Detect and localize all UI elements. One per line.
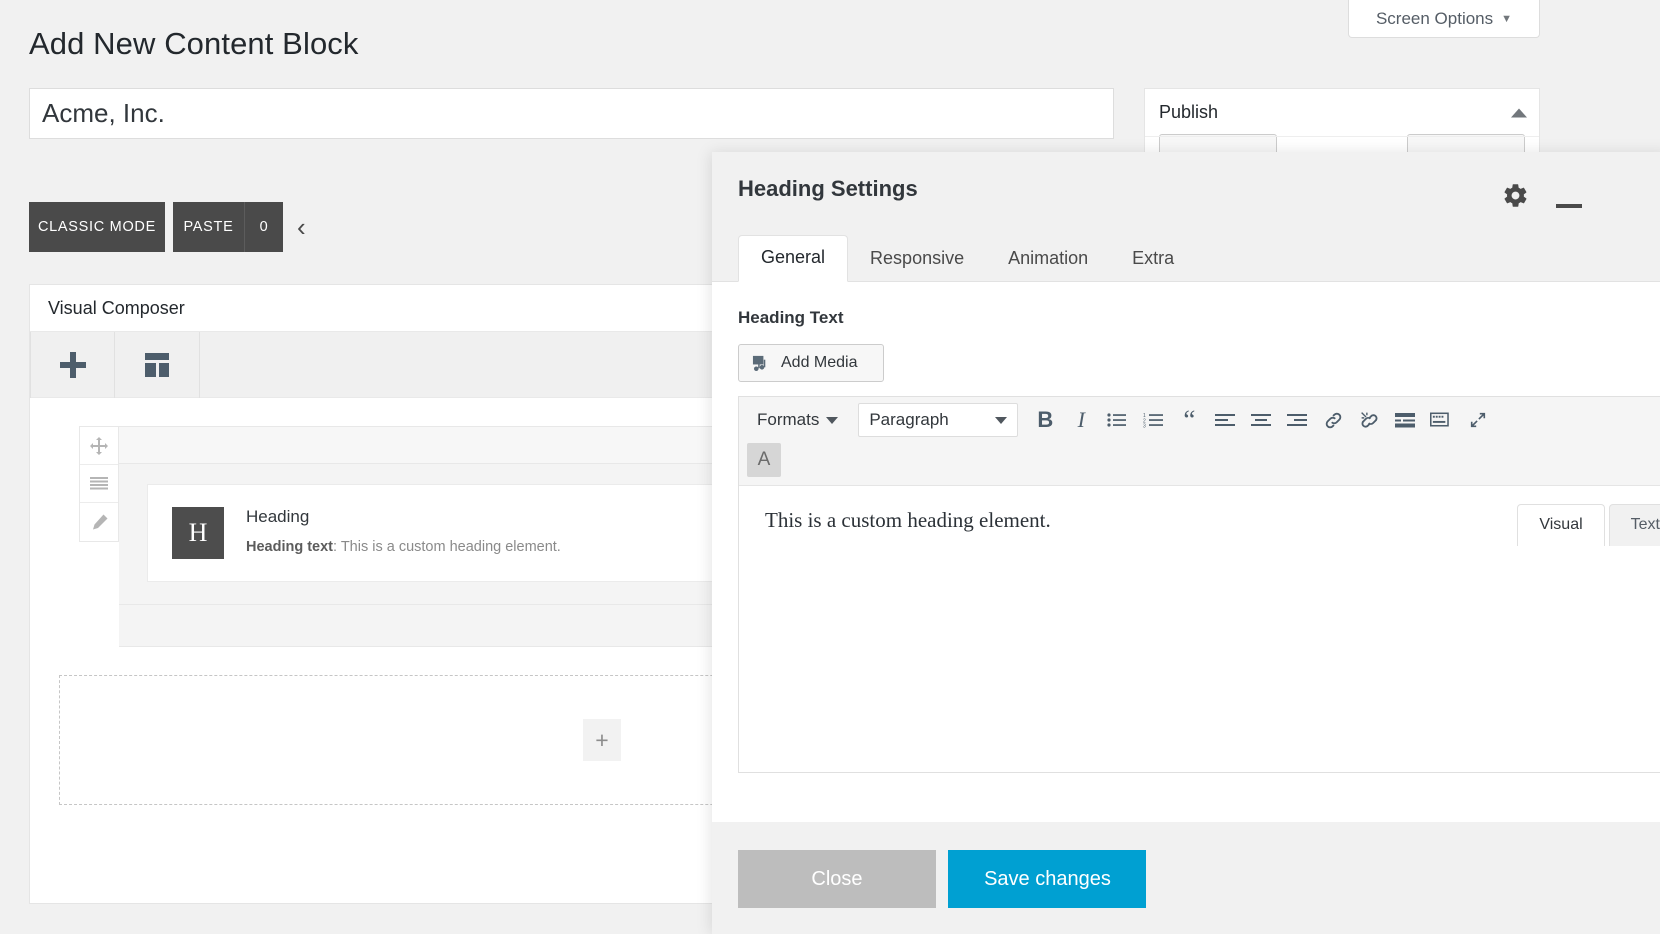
modal-title: Heading Settings [738, 176, 918, 201]
save-changes-button[interactable]: Save changes [948, 850, 1147, 908]
paragraph-label: Paragraph [869, 410, 949, 429]
numbered-list-button[interactable]: 123 [1136, 403, 1170, 437]
fullscreen-button[interactable] [1461, 403, 1495, 437]
heading-element-name: Heading [246, 507, 310, 526]
placeholder-add-icon[interactable]: + [583, 719, 621, 761]
heading-element-description: Heading text: This is a custom heading e… [246, 539, 561, 555]
collapse-icon[interactable]: ‹ [297, 214, 306, 240]
publish-metabox: Publish [1144, 88, 1540, 164]
modal-header: Heading Settings [712, 152, 1660, 230]
tab-visual[interactable]: Visual [1517, 504, 1605, 546]
insert-link-button[interactable] [1316, 403, 1350, 437]
blockquote-button[interactable]: “ [1172, 403, 1206, 437]
chevron-down-icon: ▼ [1501, 12, 1513, 25]
publish-title: Publish [1159, 102, 1219, 122]
align-left-button[interactable] [1208, 403, 1242, 437]
templates-button[interactable] [115, 332, 200, 398]
rows-icon[interactable] [80, 465, 118, 503]
paste-count[interactable]: 0 [245, 202, 283, 252]
bullet-list-button[interactable] [1100, 403, 1134, 437]
heading-element-icon: H [172, 507, 224, 559]
tab-extra[interactable]: Extra [1110, 237, 1196, 282]
gear-icon[interactable] [1502, 182, 1529, 214]
modal-tabs: General Responsive Animation Extra [712, 230, 1660, 282]
unlink-button[interactable] [1352, 403, 1386, 437]
wordpress-admin-page: Screen Options ▼ Add New Content Block P… [0, 0, 1660, 934]
formats-label: Formats [757, 410, 820, 429]
heading-desc-label: Heading text [246, 539, 334, 555]
text-color-button[interactable]: A [747, 443, 781, 477]
add-media-button[interactable]: Add Media [738, 344, 884, 382]
page-title: Add New Content Block [29, 26, 359, 61]
modal-body: Heading Text Add Media Visual Text Forma… [712, 282, 1660, 874]
tab-general[interactable]: General [738, 235, 849, 282]
paste-button[interactable]: PASTE [173, 202, 245, 252]
heading-settings-modal: Heading Settings General Responsive Anim… [712, 152, 1660, 934]
modal-footer: Close Save changes [712, 822, 1660, 934]
screen-options-label: Screen Options [1375, 8, 1494, 28]
move-icon[interactable] [80, 427, 118, 465]
classic-mode-button[interactable]: CLASSIC MODE [29, 202, 165, 252]
editor-toolbar-row-1: Formats Paragraph B I 123 “ [747, 403, 1660, 437]
paragraph-select[interactable]: Paragraph [858, 403, 1019, 437]
heading-text-label: Heading Text [738, 308, 844, 327]
pencil-icon[interactable] [80, 503, 118, 541]
vc-mode-toolbar: CLASSIC MODE PASTE 0 ‹ [29, 202, 306, 252]
formats-dropdown[interactable]: Formats [747, 403, 848, 437]
bold-button[interactable]: B [1028, 403, 1062, 437]
heading-desc-sep: : [333, 539, 341, 555]
close-button[interactable]: Close [738, 850, 936, 908]
add-element-button[interactable] [30, 332, 115, 398]
row-handle-column [79, 426, 119, 542]
italic-button[interactable]: I [1064, 403, 1098, 437]
editor-mode-tabs: Visual Text [1513, 504, 1660, 546]
heading-desc-value: This is a custom heading element. [340, 539, 561, 555]
screen-options-button[interactable]: Screen Options ▼ [1348, 0, 1540, 38]
read-more-button[interactable] [1388, 403, 1422, 437]
editor-toolbar: Formats Paragraph B I 123 “ A [739, 397, 1660, 486]
svg-text:3: 3 [1143, 424, 1146, 429]
keyboard-shortcuts-button[interactable] [1424, 403, 1459, 437]
add-media-icon [752, 355, 766, 371]
tab-text[interactable]: Text [1608, 504, 1660, 546]
minimize-icon[interactable] [1556, 204, 1582, 208]
templates-icon [145, 353, 169, 377]
align-right-button[interactable] [1280, 403, 1314, 437]
chevron-down-icon [826, 416, 839, 424]
publish-header: Publish [1145, 89, 1539, 137]
align-center-button[interactable] [1244, 403, 1278, 437]
chevron-down-icon [995, 416, 1008, 424]
tinymce-editor: Formats Paragraph B I 123 “ A This is a … [738, 396, 1660, 773]
tab-responsive[interactable]: Responsive [848, 237, 986, 282]
add-element-icon [59, 352, 86, 378]
chevron-up-icon[interactable] [1511, 108, 1527, 117]
post-title-input[interactable] [29, 88, 1114, 139]
editor-toolbar-row-2: A [747, 443, 1660, 477]
heading-element-info: Heading Heading text: This is a custom h… [246, 507, 561, 555]
add-media-label: Add Media [781, 354, 858, 371]
tab-animation[interactable]: Animation [986, 237, 1110, 282]
